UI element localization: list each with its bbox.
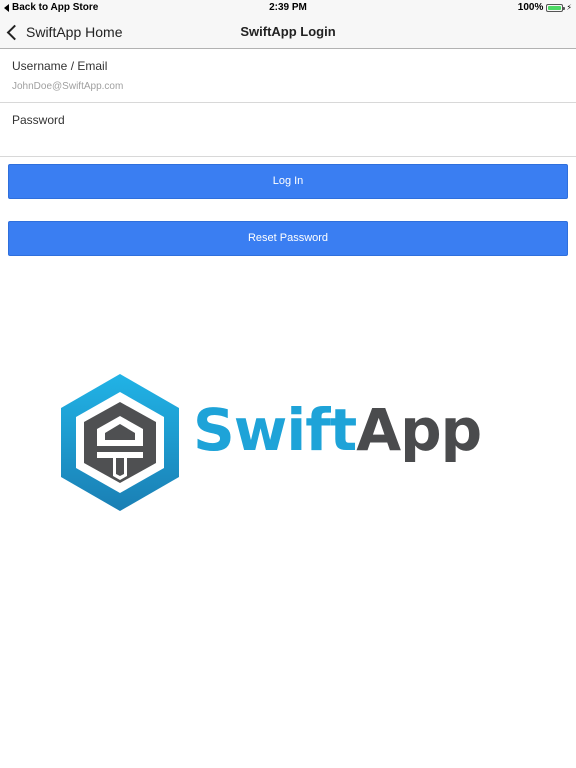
password-input[interactable] bbox=[12, 132, 552, 148]
chevron-left-icon bbox=[6, 24, 23, 40]
battery-percent: 100% bbox=[517, 2, 544, 13]
login-screen: Back to App Store 2:39 PM 100% ⚡︎ SwiftA… bbox=[0, 0, 576, 768]
username-label: Username / Email bbox=[12, 59, 108, 73]
username-input[interactable] bbox=[12, 78, 552, 94]
back-button-label: SwiftApp Home bbox=[26, 24, 123, 40]
status-bar: Back to App Store 2:39 PM 100% ⚡︎ bbox=[0, 0, 576, 16]
back-button[interactable]: SwiftApp Home bbox=[5, 16, 122, 48]
logo-wordmark: SwiftApp bbox=[193, 380, 482, 480]
password-label: Password bbox=[12, 113, 65, 127]
username-field-row: Username / Email bbox=[0, 49, 576, 103]
battery-icon bbox=[546, 3, 566, 12]
swiftapp-logo: SwiftApp bbox=[55, 370, 525, 515]
reset-password-button[interactable]: Reset Password bbox=[8, 221, 568, 256]
logo-word-swift: Swift bbox=[193, 396, 357, 464]
login-button[interactable]: Log In bbox=[8, 164, 568, 199]
battery-level-fill bbox=[548, 5, 562, 10]
navigation-bar: SwiftApp Home SwiftApp Login bbox=[0, 16, 576, 49]
bolt-icon: ⚡︎ bbox=[566, 3, 572, 12]
password-field-row: Password bbox=[0, 103, 576, 157]
battery-status: 100% ⚡︎ bbox=[518, 2, 572, 13]
logo-word-app: App bbox=[356, 396, 482, 464]
hexagon-logo-icon bbox=[61, 374, 179, 511]
status-time: 2:39 PM bbox=[269, 2, 307, 13]
